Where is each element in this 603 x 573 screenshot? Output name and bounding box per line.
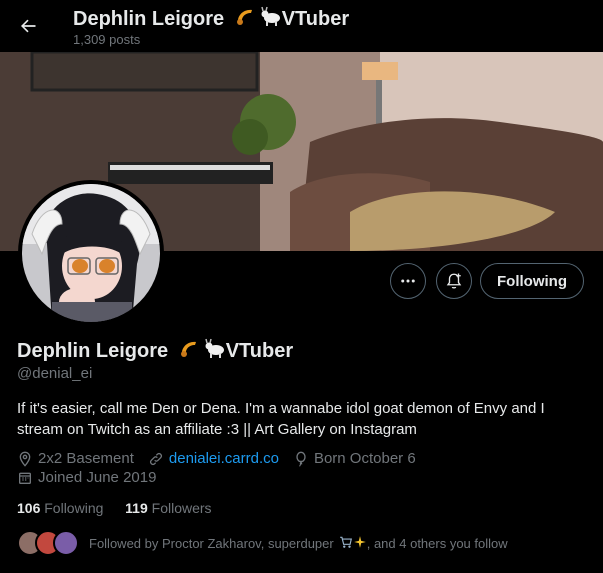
header-name: Dephlin Leigore (73, 8, 225, 30)
profile-handle: @denial_ei (17, 365, 93, 382)
following-button[interactable]: Following (480, 263, 584, 299)
profile-name-suffix: VTuber (225, 340, 294, 362)
back-button[interactable] (14, 12, 42, 40)
profile-bio: If it's easier, call me Den or Dena. I'm… (17, 400, 545, 438)
followed-by-suffix: , and 4 others you follow (366, 535, 508, 551)
horn-emoji-icon (178, 337, 200, 365)
header-name-suffix: VTuber (281, 8, 350, 30)
sparkles-emoji-icon (353, 535, 367, 552)
profile-name: Dephlin Leigore VTuber (17, 337, 293, 365)
location-text: 2x2 Basement (38, 450, 134, 467)
joined-text: Joined June 2019 (38, 469, 157, 486)
header-title: Dephlin Leigore VTuber (73, 5, 349, 33)
arrow-left-icon (21, 19, 36, 33)
followers-link[interactable]: 119 Followers (125, 500, 211, 516)
followed-by-row[interactable]: Followed by Proctor Zakharov, superduper… (17, 530, 508, 556)
link-icon (149, 452, 162, 465)
more-options-button[interactable] (390, 263, 426, 299)
location-item: 2x2 Basement (17, 450, 134, 467)
follow-stats: 106 Following 119 Followers (17, 500, 212, 516)
horn-emoji-icon (234, 5, 256, 33)
website-item: denialei.carrd.co (148, 450, 279, 467)
profile-avatar[interactable] (18, 180, 164, 326)
mutual-avatar (53, 530, 79, 556)
mutual-avatars (17, 530, 79, 556)
following-link[interactable]: 106 Following (17, 500, 103, 516)
balloon-icon (296, 451, 306, 466)
more-horizontal-icon (401, 279, 415, 283)
profile-header: Dephlin Leigore VTuber 1,309 posts (0, 0, 603, 52)
goat-emoji-icon (204, 337, 226, 365)
bell-plus-icon (446, 273, 462, 289)
calendar-icon (19, 472, 31, 484)
post-count: 1,309 posts (73, 32, 141, 47)
following-label: Following (44, 500, 104, 516)
birthday-item: Born October 6 (293, 450, 416, 467)
profile-meta-row: 2x2 Basement denialei.carrd.co Born Octo… (17, 450, 430, 467)
profile-joined-row: Joined June 2019 (17, 469, 170, 486)
location-pin-icon (19, 451, 31, 467)
followed-by-prefix: Followed by Proctor Zakharov, superduper (89, 535, 334, 551)
cart-emoji-icon (339, 535, 353, 552)
notifications-button[interactable] (436, 263, 472, 299)
profile-name-text: Dephlin Leigore (17, 340, 169, 362)
website-link[interactable]: denialei.carrd.co (169, 450, 279, 467)
goat-emoji-icon (260, 5, 282, 33)
joined-item: Joined June 2019 (17, 469, 156, 486)
birthday-text: Born October 6 (313, 450, 416, 467)
following-count: 106 (17, 500, 41, 516)
followers-label: Followers (151, 500, 212, 516)
followers-count: 119 (125, 500, 148, 516)
